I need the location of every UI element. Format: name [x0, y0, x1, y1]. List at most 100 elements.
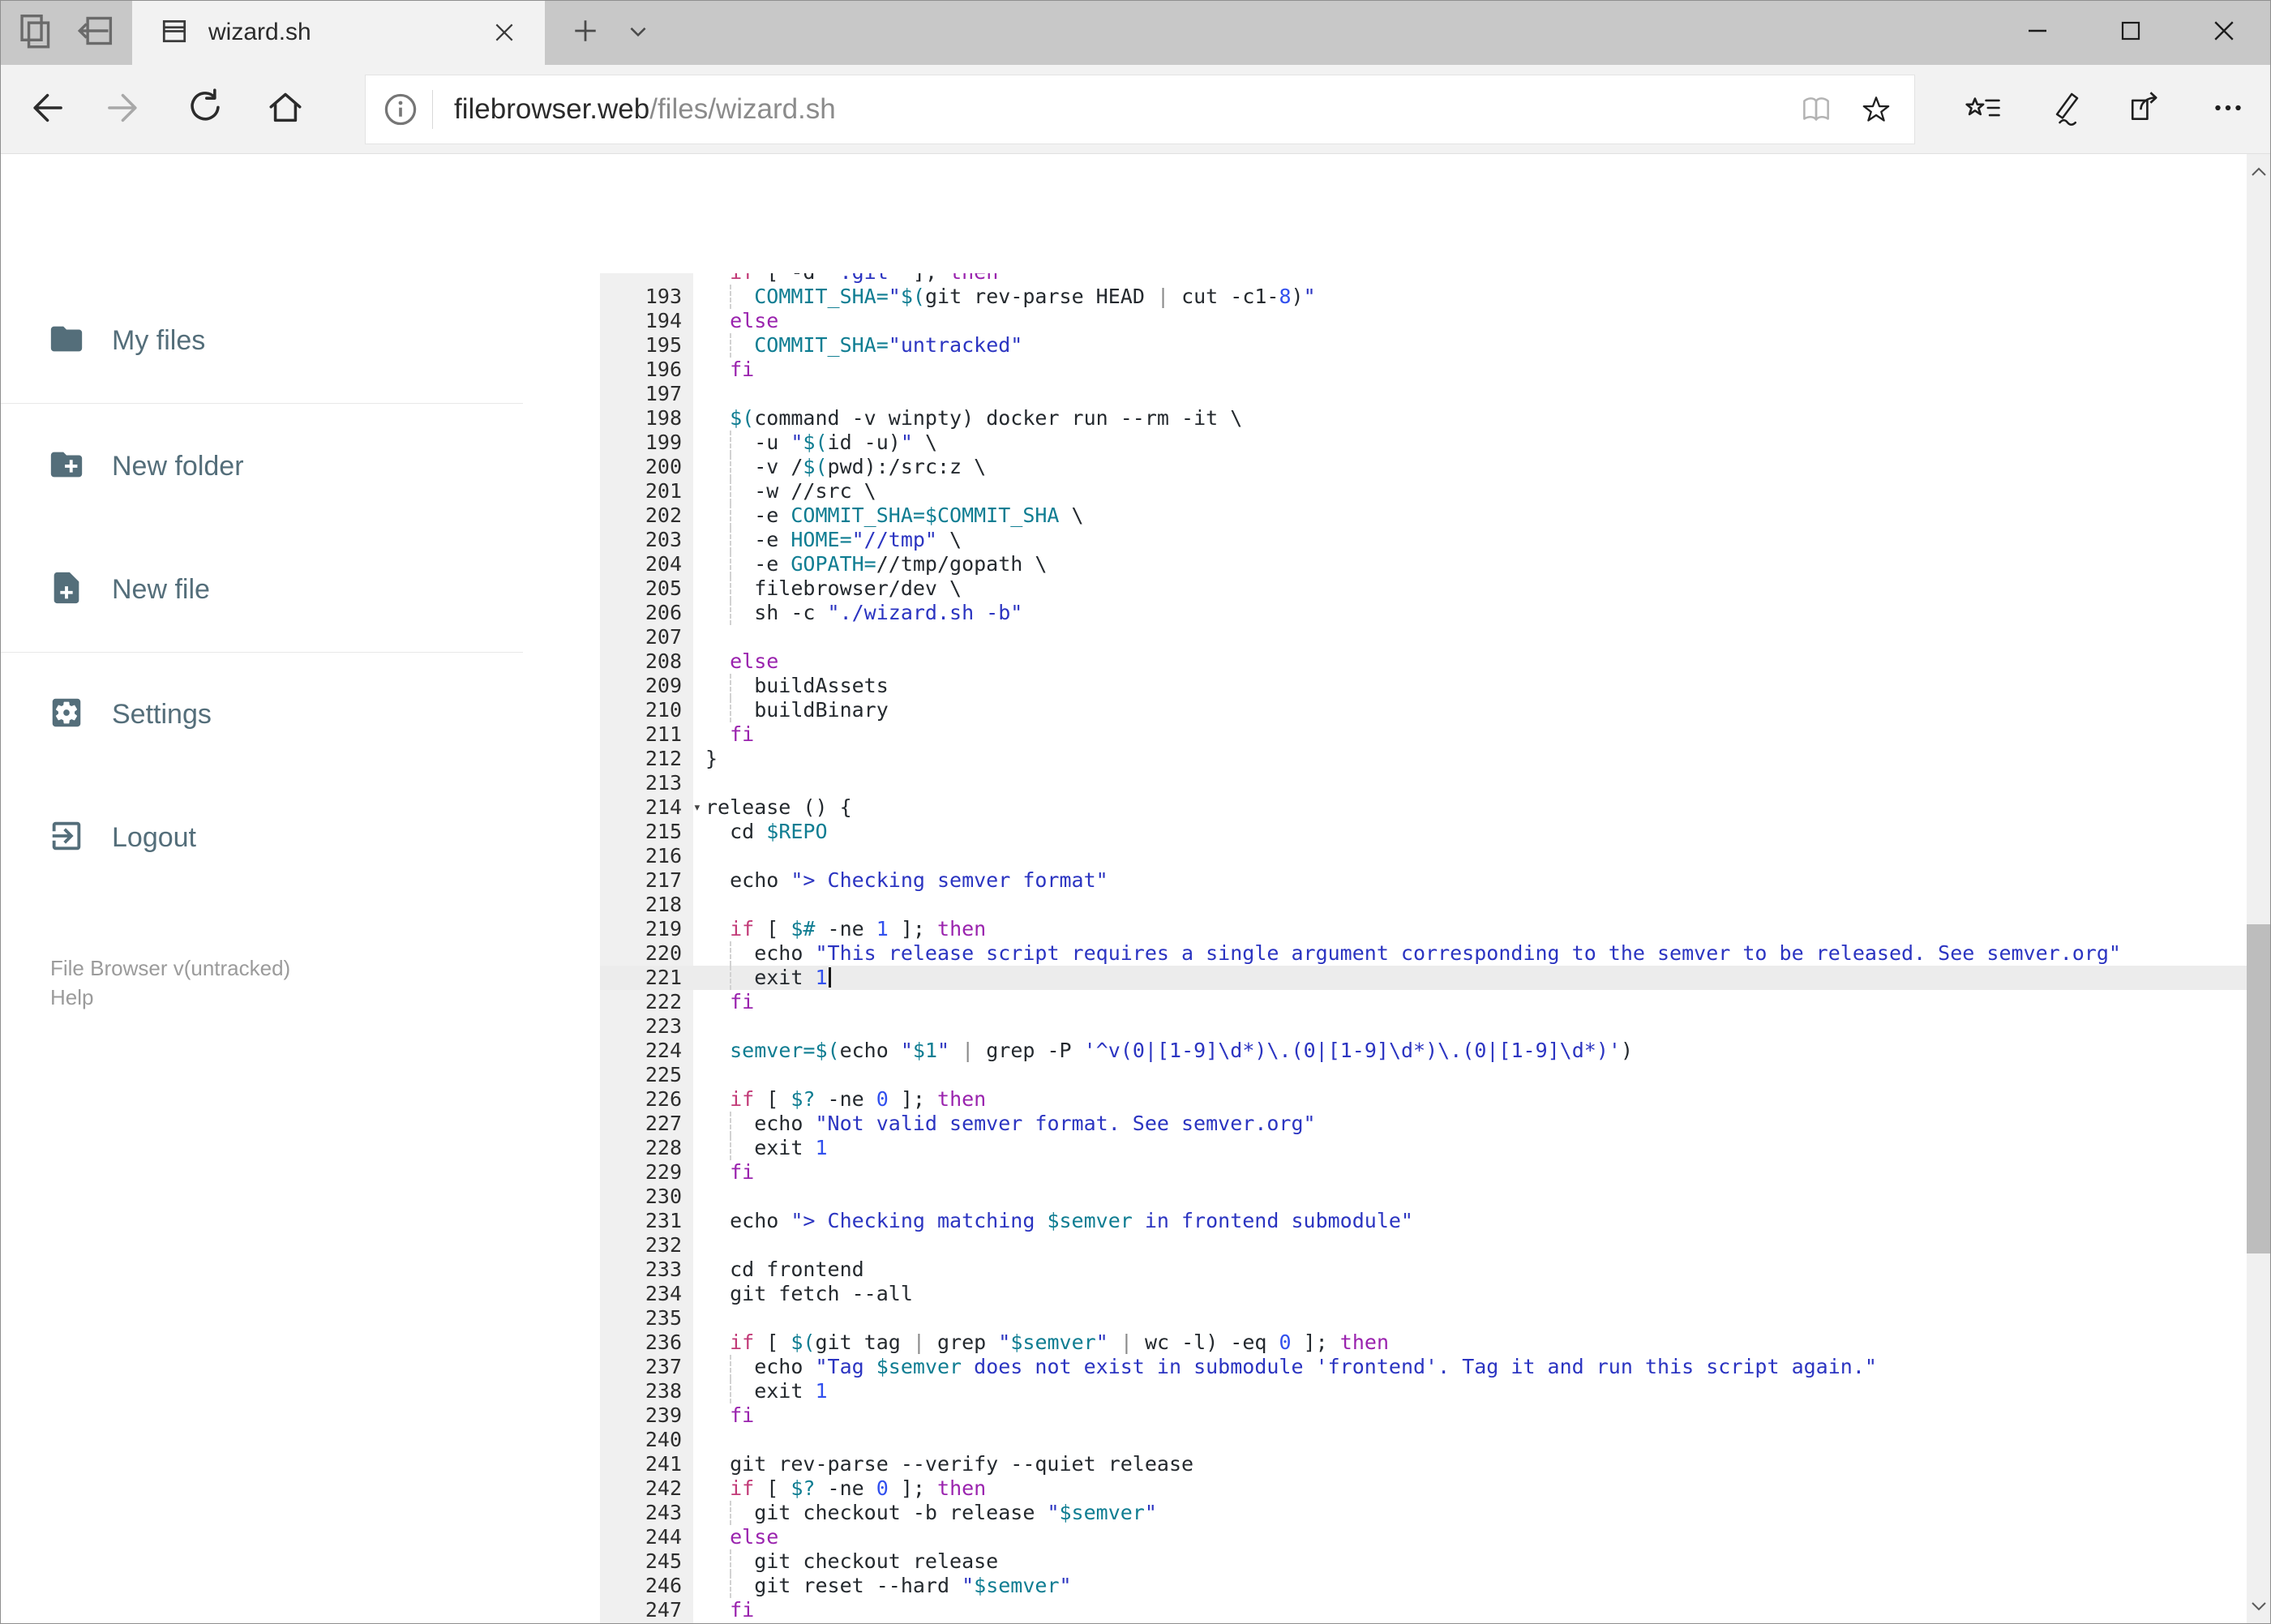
code-line[interactable]: 193 COMMIT_SHA="$(git rev-parse HEAD | c…	[600, 285, 2247, 309]
page-favicon-icon	[160, 16, 189, 49]
code-line[interactable]: 241 git rev-parse --verify --quiet relea…	[600, 1452, 2247, 1476]
code-line[interactable]: 197	[600, 382, 2247, 406]
tab-close-button[interactable]	[482, 0, 527, 65]
code-line[interactable]: 213	[600, 771, 2247, 795]
new-tab-button[interactable]	[559, 0, 611, 65]
code-line[interactable]: 194 else	[600, 309, 2247, 333]
code-line[interactable]: 247 fi	[600, 1598, 2247, 1622]
code-editor[interactable]: if [ -d ".git" ]; then193 COMMIT_SHA="$(…	[600, 273, 2247, 1624]
code-line[interactable]: 215 cd $REPO	[600, 820, 2247, 844]
sidebar-item-new-file[interactable]: New file	[0, 565, 600, 614]
code-line[interactable]: 201 -w //src \	[600, 479, 2247, 503]
code-line[interactable]: 246 git reset --hard "$semver"	[600, 1574, 2247, 1598]
site-info-icon[interactable]	[383, 92, 418, 126]
browser-more-menu-button[interactable]	[2202, 84, 2254, 135]
back-button[interactable]	[19, 84, 71, 135]
sidebar-item-new-folder[interactable]: New folder	[0, 442, 600, 491]
set-tabs-aside-button[interactable]	[66, 0, 125, 65]
code-line[interactable]: 195 COMMIT_SHA="untracked"	[600, 333, 2247, 358]
code-line[interactable]: 224 semver=$(echo "$1" | grep -P '^v(0|[…	[600, 1039, 2247, 1063]
scroll-up-button[interactable]	[2247, 154, 2271, 190]
code-line[interactable]: 221 exit 1	[600, 966, 2247, 990]
code-line[interactable]: 196 fi	[600, 358, 2247, 382]
refresh-button[interactable]	[179, 84, 231, 135]
line-number: 213	[645, 771, 682, 795]
code-line[interactable]: 199 -u "$(id -u)" \	[600, 431, 2247, 455]
forward-button[interactable]	[100, 84, 152, 135]
sidebar-item-my-files[interactable]: My files	[0, 316, 600, 365]
code-line[interactable]: 228 exit 1	[600, 1136, 2247, 1160]
code-line[interactable]: 244 else	[600, 1525, 2247, 1549]
line-number: 223	[645, 1014, 682, 1038]
code-line[interactable]: 242 if [ $? -ne 0 ]; then	[600, 1476, 2247, 1501]
home-button[interactable]	[259, 84, 311, 135]
code-line[interactable]: 233 cd frontend	[600, 1258, 2247, 1282]
reading-view-button[interactable]	[1798, 91, 1835, 128]
code-line[interactable]: 198 $(command -v winpty) docker run --rm…	[600, 406, 2247, 431]
code-line[interactable]: 239 fi	[600, 1403, 2247, 1428]
code-line[interactable]: 205 filebrowser/dev \	[600, 576, 2247, 601]
line-number: 221	[645, 966, 682, 989]
code-line[interactable]: 209 buildAssets	[600, 674, 2247, 698]
indent-guide	[730, 552, 731, 576]
window-close-button[interactable]	[2181, 0, 2267, 65]
code-line[interactable]: 210 buildBinary	[600, 698, 2247, 722]
sidebar-item-settings[interactable]: Settings	[0, 690, 600, 739]
code-line[interactable]: 211 fi	[600, 722, 2247, 747]
app-version-text: File Browser v(untracked)	[50, 956, 291, 980]
tab-preview-button[interactable]	[6, 0, 65, 65]
code-line[interactable]: 206 sh -c "./wizard.sh -b"	[600, 601, 2247, 625]
line-number: 197	[645, 382, 682, 405]
tab-list-dropdown-button[interactable]	[615, 0, 662, 65]
scrollbar-thumb[interactable]	[2247, 924, 2271, 1253]
tab-wizard-sh[interactable]: wizard.sh	[132, 0, 545, 65]
code-line[interactable]: 225	[600, 1063, 2247, 1087]
line-number: 209	[645, 674, 682, 697]
code-line[interactable]: 216	[600, 844, 2247, 868]
code-line[interactable]: 223	[600, 1014, 2247, 1039]
code-line[interactable]: 226 if [ $? -ne 0 ]; then	[600, 1087, 2247, 1112]
share-page-button[interactable]	[2119, 84, 2170, 135]
add-favorite-star-button[interactable]	[1858, 91, 1895, 128]
code-line[interactable]: 219 if [ $# -ne 1 ]; then	[600, 917, 2247, 941]
code-line[interactable]: 231 echo "> Checking matching $semver in…	[600, 1209, 2247, 1233]
address-bar[interactable]: filebrowser.web/files/wizard.sh	[365, 75, 1915, 144]
page-scrollbar[interactable]	[2247, 154, 2271, 1624]
code-line[interactable]: 220 echo "This release script requires a…	[600, 941, 2247, 966]
code-line[interactable]: 240	[600, 1428, 2247, 1452]
code-line[interactable]: 235	[600, 1306, 2247, 1330]
code-line[interactable]: if [ -d ".git" ]; then	[600, 273, 2247, 285]
code-line[interactable]: 237 echo "Tag $semver does not exist in …	[600, 1355, 2247, 1379]
scroll-down-button[interactable]	[2247, 1588, 2271, 1624]
code-line[interactable]: 232	[600, 1233, 2247, 1258]
code-line[interactable]: 245 git checkout release	[600, 1549, 2247, 1574]
code-line[interactable]: 238 exit 1	[600, 1379, 2247, 1403]
window-minimize-button[interactable]	[1995, 0, 2080, 65]
code-line[interactable]: 243 git checkout -b release "$semver"	[600, 1501, 2247, 1525]
line-number: 208	[645, 649, 682, 673]
web-note-button[interactable]	[2037, 84, 2089, 135]
code-line[interactable]: 200 -v /$(pwd):/src:z \	[600, 455, 2247, 479]
code-line[interactable]: 222 fi	[600, 990, 2247, 1014]
code-line[interactable]: 204 -e GOPATH=//tmp/gopath \	[600, 552, 2247, 576]
code-line[interactable]: 236 if [ $(git tag | grep "$semver" | wc…	[600, 1330, 2247, 1355]
code-line[interactable]: 218	[600, 893, 2247, 917]
code-line[interactable]: 217 echo "> Checking semver format"	[600, 868, 2247, 893]
code-line[interactable]: 202 -e COMMIT_SHA=$COMMIT_SHA \	[600, 503, 2247, 528]
sidebar-item-logout[interactable]: Logout	[0, 813, 600, 862]
code-line[interactable]: 229 fi	[600, 1160, 2247, 1185]
code-line[interactable]: 207	[600, 625, 2247, 649]
code-line[interactable]: 234 git fetch --all	[600, 1282, 2247, 1306]
indent-guide	[730, 1549, 731, 1574]
help-link[interactable]: Help	[50, 983, 93, 1012]
code-line[interactable]: 203 -e HOME="//tmp" \	[600, 528, 2247, 552]
hub-favorites-button[interactable]	[1956, 84, 2008, 135]
url-path: /files/wizard.sh	[649, 93, 836, 125]
code-line[interactable]: 227 echo "Not valid semver format. See s…	[600, 1112, 2247, 1136]
code-line[interactable]: 208 else	[600, 649, 2247, 674]
code-line[interactable]: 214 ▾ release () {	[600, 795, 2247, 820]
code-line[interactable]: 212}	[600, 747, 2247, 771]
window-maximize-button[interactable]	[2088, 0, 2174, 65]
code-line[interactable]: 230	[600, 1185, 2247, 1209]
ellipsis-icon	[2208, 88, 2248, 132]
